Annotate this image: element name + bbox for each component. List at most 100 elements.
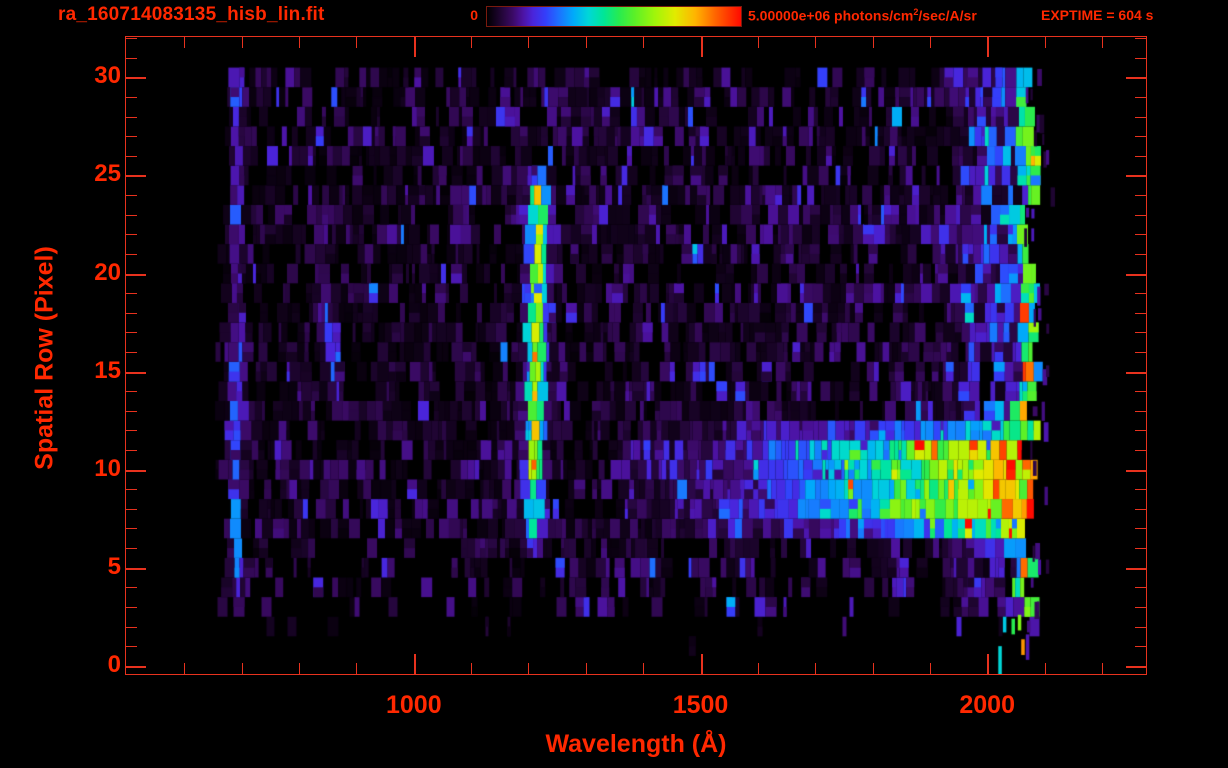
axis-tick: [126, 646, 137, 647]
axis-tick: [1135, 97, 1146, 98]
axis-tick: [758, 37, 759, 48]
y-tick-label: 15: [94, 356, 121, 384]
axis-tick: [126, 77, 146, 79]
axis-tick: [1135, 156, 1146, 157]
colorbar-unit-suffix: /sec/A/sr: [918, 7, 977, 24]
axis-tick: [356, 37, 357, 48]
axis-tick: [873, 37, 874, 48]
spectrogram-heatmap[interactable]: [126, 37, 1146, 674]
axis-tick: [126, 215, 137, 216]
axis-tick: [471, 663, 472, 674]
axis-tick: [1045, 663, 1046, 674]
axis-tick: [126, 97, 137, 98]
axis-tick: [873, 663, 874, 674]
axis-tick: [643, 663, 644, 674]
axis-tick: [1135, 234, 1146, 235]
axis-tick: [126, 156, 137, 157]
exptime-label: EXPTIME = 604 s: [1041, 7, 1154, 23]
spectral-image-viewer: ra_160714083135_hisb_lin.fit 0 5.00000e+…: [0, 0, 1228, 768]
axis-tick: [1135, 215, 1146, 216]
axis-tick: [414, 654, 416, 674]
axis-tick: [1135, 391, 1146, 392]
axis-tick: [528, 663, 529, 674]
y-tick-label: 30: [94, 62, 121, 90]
axis-tick: [126, 411, 137, 412]
axis-tick: [126, 274, 146, 276]
axis-tick: [815, 663, 816, 674]
axis-tick: [471, 37, 472, 48]
axis-tick: [126, 509, 137, 510]
y-tick-label: 25: [94, 160, 121, 188]
axis-tick: [126, 254, 137, 255]
axis-tick: [586, 37, 587, 48]
axis-tick: [1135, 509, 1146, 510]
colorbar-min-label: 0: [470, 7, 478, 23]
axis-tick: [1135, 38, 1146, 39]
axis-tick: [1135, 489, 1146, 490]
axis-tick: [1126, 666, 1146, 668]
axis-tick: [126, 450, 137, 451]
axis-tick: [1135, 587, 1146, 588]
axis-tick: [1135, 136, 1146, 137]
colorbar-max-label: 5.00000e+06 photons/cm2/sec/A/sr: [748, 7, 977, 24]
axis-tick: [126, 548, 137, 549]
axis-tick: [126, 352, 137, 353]
axis-tick: [126, 195, 137, 196]
axis-tick: [184, 37, 185, 48]
axis-tick: [1126, 372, 1146, 374]
axis-tick: [126, 38, 137, 39]
y-axis-title: Spatial Row (Pixel): [30, 246, 59, 470]
axis-tick: [126, 489, 137, 490]
axis-tick: [1135, 332, 1146, 333]
axis-tick: [299, 37, 300, 48]
axis-tick: [126, 234, 137, 235]
axis-tick: [126, 666, 146, 668]
y-tick-label: 20: [94, 258, 121, 286]
axis-tick: [126, 175, 146, 177]
axis-tick: [126, 470, 146, 472]
axis-tick: [1135, 313, 1146, 314]
x-tick-label: 2000: [959, 691, 1015, 719]
plot-box: [125, 36, 1147, 675]
axis-tick: [815, 37, 816, 48]
axis-tick: [701, 37, 703, 57]
axis-tick: [126, 332, 137, 333]
axis-tick: [1102, 663, 1103, 674]
axis-tick: [1126, 274, 1146, 276]
axis-tick: [1135, 254, 1146, 255]
axis-tick: [126, 587, 137, 588]
axis-tick: [242, 663, 243, 674]
x-tick-label: 1000: [386, 691, 442, 719]
axis-tick: [701, 654, 703, 674]
axis-tick: [1126, 470, 1146, 472]
axis-tick: [1126, 77, 1146, 79]
axis-tick: [1135, 293, 1146, 294]
colorbar-gradient: [486, 6, 742, 27]
axis-tick: [126, 58, 137, 59]
file-title: ra_160714083135_hisb_lin.fit: [58, 4, 325, 25]
x-tick-label: 1500: [672, 691, 729, 719]
x-axis-title: Wavelength (Å): [545, 730, 727, 758]
y-tick-label: 5: [107, 552, 121, 580]
axis-tick: [126, 391, 137, 392]
axis-tick: [987, 654, 989, 674]
axis-tick: [1135, 548, 1146, 549]
axis-tick: [1135, 528, 1146, 529]
axis-tick: [1045, 37, 1046, 48]
axis-tick: [1135, 117, 1146, 118]
axis-tick: [126, 430, 137, 431]
axis-tick: [126, 528, 137, 529]
axis-tick: [1135, 430, 1146, 431]
axis-tick: [414, 37, 416, 57]
axis-tick: [1126, 568, 1146, 570]
axis-tick: [1135, 195, 1146, 196]
axis-tick: [356, 663, 357, 674]
axis-tick: [1135, 450, 1146, 451]
axis-tick: [930, 663, 931, 674]
axis-tick: [1135, 58, 1146, 59]
axis-tick: [1102, 37, 1103, 48]
axis-tick: [1135, 646, 1146, 647]
axis-tick: [126, 136, 137, 137]
y-tick-label: 0: [107, 650, 121, 678]
axis-tick: [126, 568, 146, 570]
